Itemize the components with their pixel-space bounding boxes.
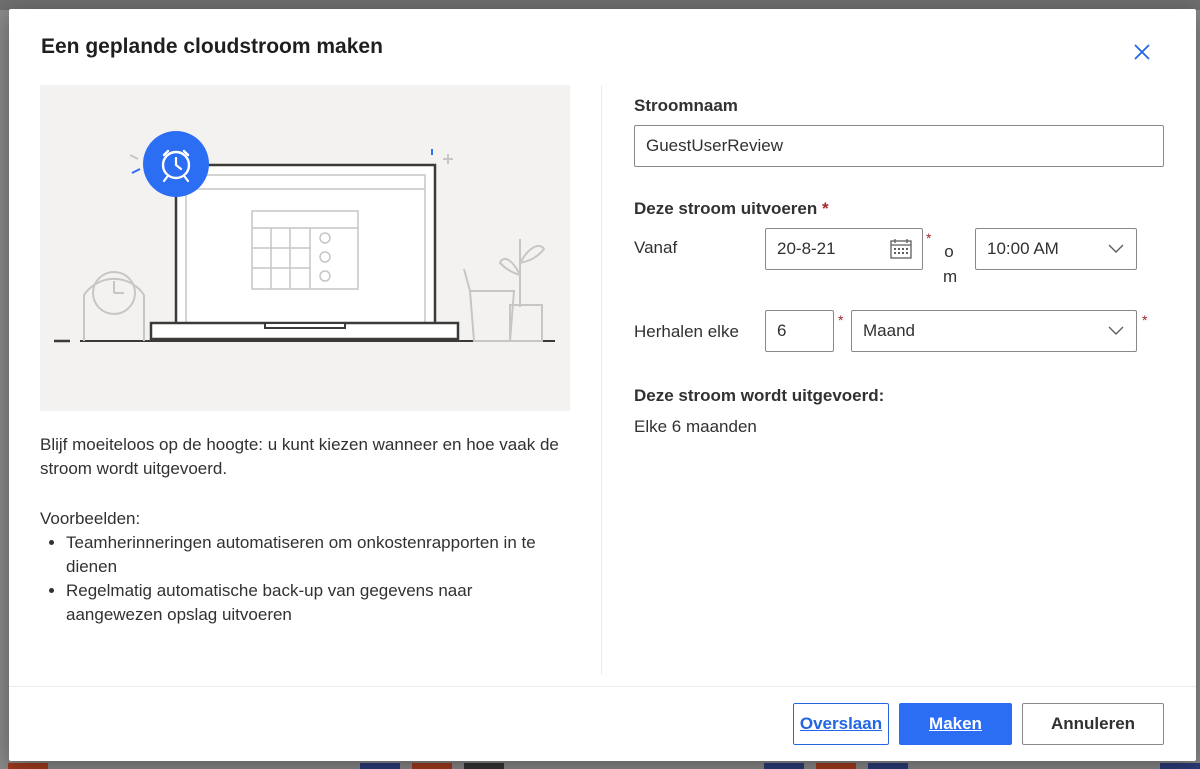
background-chip: [8, 763, 48, 769]
required-marker: *: [822, 199, 829, 218]
required-marker: *: [1142, 312, 1148, 328]
flow-name-input[interactable]: GuestUserReview: [634, 125, 1164, 167]
examples-list: Teamherinneringen automatiseren om onkos…: [40, 531, 570, 627]
repeat-interval-input[interactable]: 6: [765, 310, 834, 352]
background-chip: [868, 763, 908, 769]
summary-value: Elke 6 maanden: [634, 417, 757, 436]
column-divider: [601, 85, 602, 675]
calendar-icon: [890, 239, 912, 259]
required-marker: *: [838, 312, 844, 328]
start-time-dropdown[interactable]: 10:00 AM: [975, 228, 1137, 270]
flow-name-value: GuestUserReview: [646, 136, 783, 155]
required-marker: *: [926, 230, 932, 246]
background-chip: [464, 763, 504, 769]
description-text: Blijf moeiteloos op de hoogte: u kunt ki…: [40, 435, 559, 478]
flow-illustration: [40, 85, 570, 411]
start-date-picker[interactable]: 20-8-21: [765, 228, 923, 270]
flow-name-label: Stroomnaam: [634, 96, 738, 115]
background-chip: [360, 763, 400, 769]
repeat-unit-dropdown[interactable]: Maand: [851, 310, 1137, 352]
background-chip: [1160, 763, 1200, 769]
create-scheduled-flow-dialog: Een geplande cloudstroom maken Blijf moe…: [9, 9, 1196, 761]
run-flow-label: Deze stroom uitvoeren *: [634, 199, 829, 219]
background-chip: [764, 763, 804, 769]
close-icon: [1134, 44, 1150, 60]
repeat-label: Herhalen elke: [634, 322, 739, 341]
summary-label: Deze stroom wordt uitgevoerd:: [634, 386, 885, 405]
background-chip: [412, 763, 452, 769]
skip-button[interactable]: Overslaan: [792, 702, 890, 746]
at-label: om: [943, 242, 958, 286]
list-item: Regelmatig automatische back-up van gege…: [66, 579, 570, 627]
background-chip: [816, 763, 856, 769]
laptop-illustration: [54, 131, 555, 343]
repeat-unit-value: Maand: [863, 321, 915, 340]
chevron-down-icon: [1108, 326, 1124, 335]
start-label: Vanaf: [634, 238, 678, 257]
close-button[interactable]: [1129, 39, 1155, 65]
start-date-value: 20-8-21: [777, 239, 836, 258]
dialog-title: Een geplande cloudstroom maken: [41, 35, 383, 58]
list-item: Teamherinneringen automatiseren om onkos…: [66, 531, 570, 579]
footer-divider: [9, 686, 1196, 687]
repeat-interval-value: 6: [777, 321, 787, 340]
examples-label: Voorbeelden:: [40, 509, 141, 528]
alarm-clock-icon: [143, 131, 209, 197]
start-time-value: 10:00 AM: [987, 239, 1059, 258]
chevron-down-icon: [1108, 244, 1124, 253]
cancel-button[interactable]: Annuleren: [1022, 703, 1164, 745]
dialog-description: Blijf moeiteloos op de hoogte: u kunt ki…: [40, 433, 570, 627]
run-flow-label-text: Deze stroom uitvoeren: [634, 199, 818, 218]
create-button[interactable]: Maken: [899, 703, 1012, 745]
